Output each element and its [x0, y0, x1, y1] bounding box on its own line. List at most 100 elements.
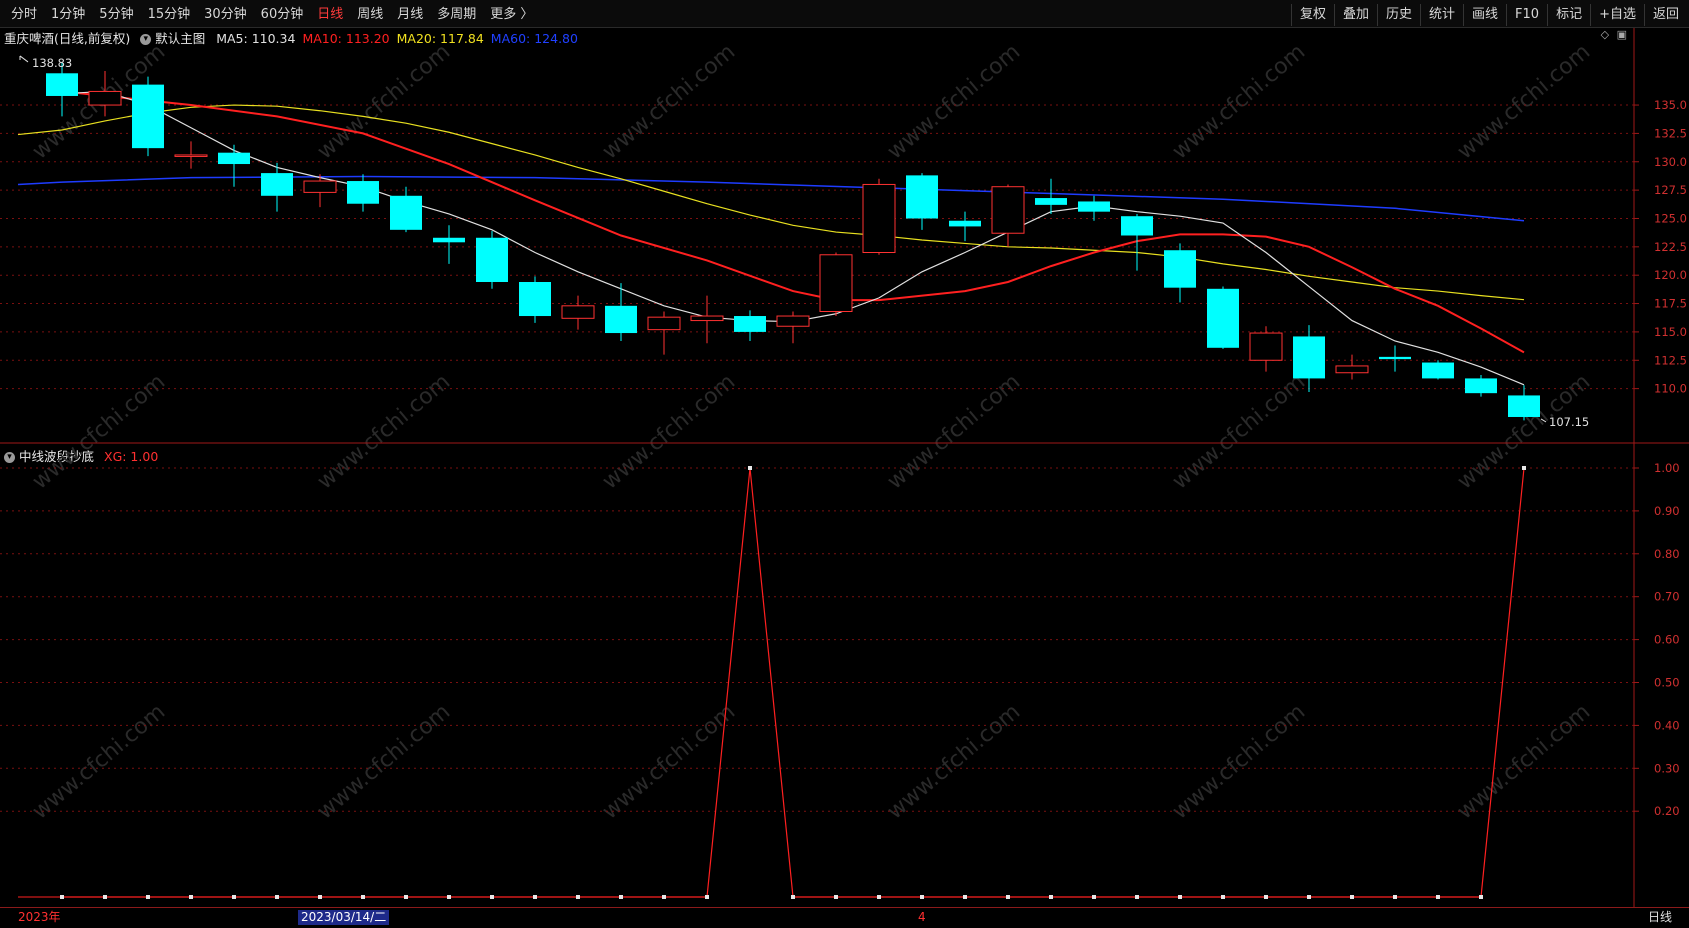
tool-button-1[interactable]: 叠加	[1333, 4, 1377, 26]
tool-button-0[interactable]: 复权	[1290, 4, 1334, 26]
y-tick-label: 122.5	[1654, 240, 1687, 254]
watermark-text: www.cfchi.com	[28, 39, 170, 164]
candle-body-up	[862, 183, 896, 254]
tool-button-2[interactable]: 历史	[1376, 4, 1420, 26]
window-icon[interactable]: ▣	[1617, 28, 1627, 41]
xg-point	[1006, 895, 1010, 899]
xg-point	[1436, 895, 1440, 899]
panel-controls: ◇ ▣	[1601, 28, 1627, 41]
period-tab-9[interactable]: 多周期	[430, 4, 483, 26]
period-tab-0[interactable]: 分时	[4, 4, 44, 26]
xg-point	[1092, 895, 1096, 899]
tool-button-6[interactable]: 标记	[1547, 4, 1590, 26]
period-tab-7[interactable]: 周线	[350, 4, 390, 26]
candle-body-up	[174, 154, 208, 157]
xg-point	[791, 895, 795, 899]
template-label[interactable]: 默认主图	[155, 31, 205, 46]
y-tick-label: 135.0	[1654, 98, 1687, 112]
xg-point	[877, 895, 881, 899]
period-tab-2[interactable]: 5分钟	[92, 4, 140, 26]
candle-body-down	[906, 175, 938, 219]
tool-button-8[interactable]: 返回	[1643, 4, 1687, 26]
candle-body-down	[1508, 395, 1540, 417]
tool-button-7[interactable]: +自选	[1590, 4, 1644, 26]
y-tick-label: 112.5	[1654, 353, 1687, 367]
candle-body-down	[1293, 336, 1325, 379]
watermark-text: www.cfchi.com	[313, 39, 455, 164]
candle-body-down	[218, 152, 250, 165]
ma-label-2: MA20: 117.84	[396, 31, 484, 46]
diamond-icon[interactable]: ◇	[1601, 28, 1609, 41]
watermark-text: www.cfchi.com	[313, 699, 455, 824]
period-tab-10[interactable]: 更多 〉	[483, 4, 540, 26]
ma60-line-start	[17, 181, 63, 186]
candle-body-down	[519, 282, 551, 317]
period-label[interactable]: 日线	[1648, 910, 1672, 925]
xg-point	[1350, 895, 1354, 899]
tool-button-3[interactable]: 统计	[1420, 4, 1463, 26]
tool-button-4[interactable]: 画线	[1463, 4, 1506, 26]
period-tab-5[interactable]: 60分钟	[254, 4, 311, 26]
ma-lines	[17, 90, 1525, 386]
xg-point	[103, 895, 107, 899]
candle-body-down	[1207, 288, 1239, 348]
candle-body-down	[949, 220, 981, 227]
xg-point	[275, 895, 279, 899]
chevron-down-icon[interactable]: ▾	[140, 34, 152, 45]
indicator-title[interactable]: 中线波段抄底	[19, 449, 94, 464]
candles-layer	[46, 61, 1540, 421]
candle-body-down	[1121, 216, 1153, 236]
xg-point	[232, 895, 236, 899]
xg-point	[1178, 895, 1182, 899]
chart-canvas: www.cfchi.com www.cfchi.com www.cfchi.com w…	[0, 28, 1689, 907]
xg-point	[447, 895, 451, 899]
candle-body-down	[1465, 378, 1497, 394]
candle-body-down	[1379, 356, 1411, 360]
sub-y-tick-label: 1.00	[1654, 461, 1680, 475]
candle-body-up	[690, 315, 724, 322]
ma60-line	[61, 175, 1525, 222]
watermark-text: www.cfchi.com	[28, 369, 170, 494]
watermark-text: www.cfchi.com	[1168, 39, 1310, 164]
candle-body-down	[476, 237, 508, 282]
xg-point	[963, 895, 967, 899]
period-tab-3[interactable]: 15分钟	[141, 4, 198, 26]
candle-body-down	[347, 181, 379, 204]
xg-point	[361, 895, 365, 899]
candle-body-down	[132, 84, 164, 149]
main-chart-header: 重庆啤酒(日线,前复权) ▾ 默认主图 MA5: 110.34 MA10: 113.…	[4, 28, 578, 47]
period-tab-6[interactable]: 日线	[310, 4, 350, 26]
sub-y-tick-label: 0.20	[1654, 804, 1680, 818]
period-tab-1[interactable]: 1分钟	[44, 4, 92, 26]
period-tab-8[interactable]: 月线	[390, 4, 430, 26]
watermark-text: www.cfchi.com	[1168, 369, 1310, 494]
watermark-text: www.cfchi.com	[28, 699, 170, 824]
stock-title[interactable]: 重庆啤酒(日线,前复权)	[4, 31, 130, 46]
chevron-down-icon[interactable]: ▾	[4, 452, 15, 463]
high-pointer-icon	[19, 55, 29, 63]
y-tick-label: 127.5	[1654, 183, 1687, 197]
time-axis-bar: 2023年 2023/03/14/二 4 日线	[0, 907, 1689, 928]
candle-body-up	[819, 254, 853, 312]
xg-point	[1522, 466, 1526, 470]
tool-button-5[interactable]: F10	[1506, 4, 1547, 26]
period-tab-4[interactable]: 30分钟	[197, 4, 254, 26]
candle-body-up	[303, 180, 337, 193]
candle-body-down	[261, 173, 293, 196]
year-label: 2023年	[18, 910, 61, 924]
watermark-text: www.cfchi.com	[598, 369, 740, 494]
month-label: 4	[918, 910, 926, 924]
axis-layer: 135.0 132.5 130.0 127.5 125.0 122.5 120.0 117.5…	[0, 28, 1689, 907]
xg-point	[576, 895, 580, 899]
xg-line	[62, 467, 1525, 898]
ma10-line	[61, 90, 1525, 354]
candle-body-up	[561, 305, 595, 319]
xg-point	[1221, 895, 1225, 899]
y-tick-label: 130.0	[1654, 155, 1687, 169]
xg-point	[146, 895, 150, 899]
candle-body-up	[991, 186, 1025, 234]
period-tabs: 分时 1分钟 5分钟 15分钟 30分钟 60分钟 日线 周线 月线 多周期 更多 〉	[4, 4, 540, 26]
candle-body-up	[1335, 365, 1369, 374]
y-tick-label: 117.5	[1654, 297, 1687, 311]
y-tick-label: 125.0	[1654, 211, 1687, 225]
